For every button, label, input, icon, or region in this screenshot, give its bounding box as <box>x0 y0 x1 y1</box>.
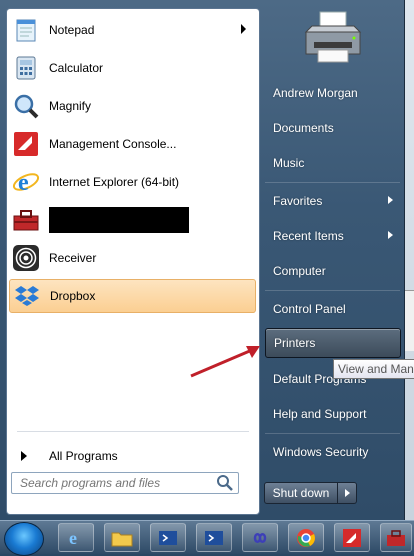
program-dropbox[interactable]: Dropbox <box>9 279 256 313</box>
menu-documents[interactable]: Documents <box>265 113 401 143</box>
separator <box>265 182 400 183</box>
menu-label: Music <box>273 156 305 170</box>
menu-label: Documents <box>273 121 334 135</box>
program-internet-explorer[interactable]: e Internet Explorer (64-bit) <box>9 165 256 199</box>
submenu-arrow-icon <box>388 196 393 204</box>
menu-label: Control Panel <box>273 302 346 316</box>
all-programs-label: All Programs <box>49 449 118 463</box>
program-label: Internet Explorer (64-bit) <box>49 175 180 189</box>
submenu-arrow-icon <box>388 231 393 239</box>
program-redacted[interactable] <box>9 203 256 237</box>
separator <box>265 433 400 434</box>
internet-explorer-icon: e <box>69 528 77 548</box>
printer-icon <box>302 10 364 66</box>
taskbar-internet-explorer[interactable]: e <box>58 523 94 552</box>
taskbar-powershell-1[interactable] <box>150 523 186 552</box>
menu-label: Recent Items <box>273 229 344 243</box>
program-label: Magnify <box>49 99 92 113</box>
search-icon[interactable] <box>215 473 235 493</box>
toolbox-icon <box>11 205 41 235</box>
annotation-arrow-icon <box>190 346 260 378</box>
tooltip: View and Mana <box>333 359 414 379</box>
program-label: Receiver <box>49 251 97 265</box>
chrome-icon <box>297 528 315 547</box>
program-management-console[interactable]: Management Console... <box>9 127 256 161</box>
menu-user-name[interactable]: Andrew Morgan <box>265 78 401 108</box>
separator <box>17 431 249 432</box>
background-window-edge <box>404 290 414 351</box>
taskbar-adobe[interactable] <box>334 523 370 552</box>
menu-computer[interactable]: Computer <box>265 256 401 286</box>
toolbox-icon <box>387 529 405 546</box>
program-notepad[interactable]: Notepad <box>9 13 256 47</box>
menu-label: Andrew Morgan <box>273 86 358 100</box>
menu-label: Favorites <box>273 194 323 208</box>
dropbox-icon <box>12 281 42 311</box>
program-label: Management Console... <box>49 137 177 151</box>
menu-music[interactable]: Music <box>265 148 401 178</box>
powershell-icon <box>159 530 177 545</box>
menu-label: Help and Support <box>273 407 367 421</box>
taskbar: e <box>0 520 414 556</box>
menu-windows-security[interactable]: Windows Security <box>265 437 401 467</box>
program-label: Notepad <box>49 23 95 37</box>
internet-explorer-icon: e <box>11 167 41 197</box>
svg-text:e: e <box>18 170 29 196</box>
taskbar-chrome[interactable] <box>288 523 324 552</box>
shutdown-options-button[interactable] <box>338 482 357 504</box>
menu-label: Computer <box>273 264 326 278</box>
chevron-right-icon <box>344 489 350 497</box>
menu-printers[interactable]: Printers <box>265 328 401 358</box>
expand-arrow-icon <box>21 451 27 461</box>
all-programs-button[interactable]: All Programs <box>17 445 247 467</box>
menu-label: Windows Security <box>273 445 369 459</box>
management-console-icon <box>11 129 41 159</box>
search-input[interactable] <box>18 475 215 491</box>
submenu-arrow-icon[interactable] <box>241 24 246 34</box>
program-receiver[interactable]: Receiver <box>9 241 256 275</box>
desktop-background <box>404 0 414 520</box>
notepad-icon <box>11 15 41 45</box>
search-box[interactable] <box>11 472 239 494</box>
program-calculator[interactable]: Calculator <box>9 51 256 85</box>
svg-text:e: e <box>69 528 77 548</box>
receiver-icon <box>11 243 41 273</box>
folder-icon <box>111 532 133 546</box>
infinity-icon <box>253 532 267 543</box>
adobe-reader-icon <box>343 528 361 547</box>
taskbar-toolbox[interactable] <box>380 523 412 552</box>
taskbar-infinity-app[interactable] <box>242 523 278 552</box>
menu-control-panel[interactable]: Control Panel <box>265 294 401 324</box>
taskbar-explorer[interactable] <box>104 523 140 552</box>
program-label: Dropbox <box>50 289 96 303</box>
menu-favorites[interactable]: Favorites <box>265 186 401 216</box>
menu-label: Printers <box>274 336 316 350</box>
calculator-icon <box>11 53 41 83</box>
shutdown-group: Shut down <box>264 482 358 504</box>
menu-recent-items[interactable]: Recent Items <box>265 221 401 251</box>
separator <box>265 290 400 291</box>
menu-help-and-support[interactable]: Help and Support <box>265 399 401 429</box>
program-magnify[interactable]: Magnify <box>9 89 256 123</box>
shutdown-button[interactable]: Shut down <box>264 482 338 504</box>
magnifier-icon <box>11 91 41 121</box>
redacted-label <box>49 207 189 233</box>
program-label: Calculator <box>49 61 104 75</box>
taskbar-powershell-2[interactable] <box>196 523 232 552</box>
start-button[interactable] <box>4 522 44 556</box>
powershell-icon <box>205 530 223 545</box>
programs-pane: Notepad Calculator Magnify Management Co… <box>6 8 260 515</box>
